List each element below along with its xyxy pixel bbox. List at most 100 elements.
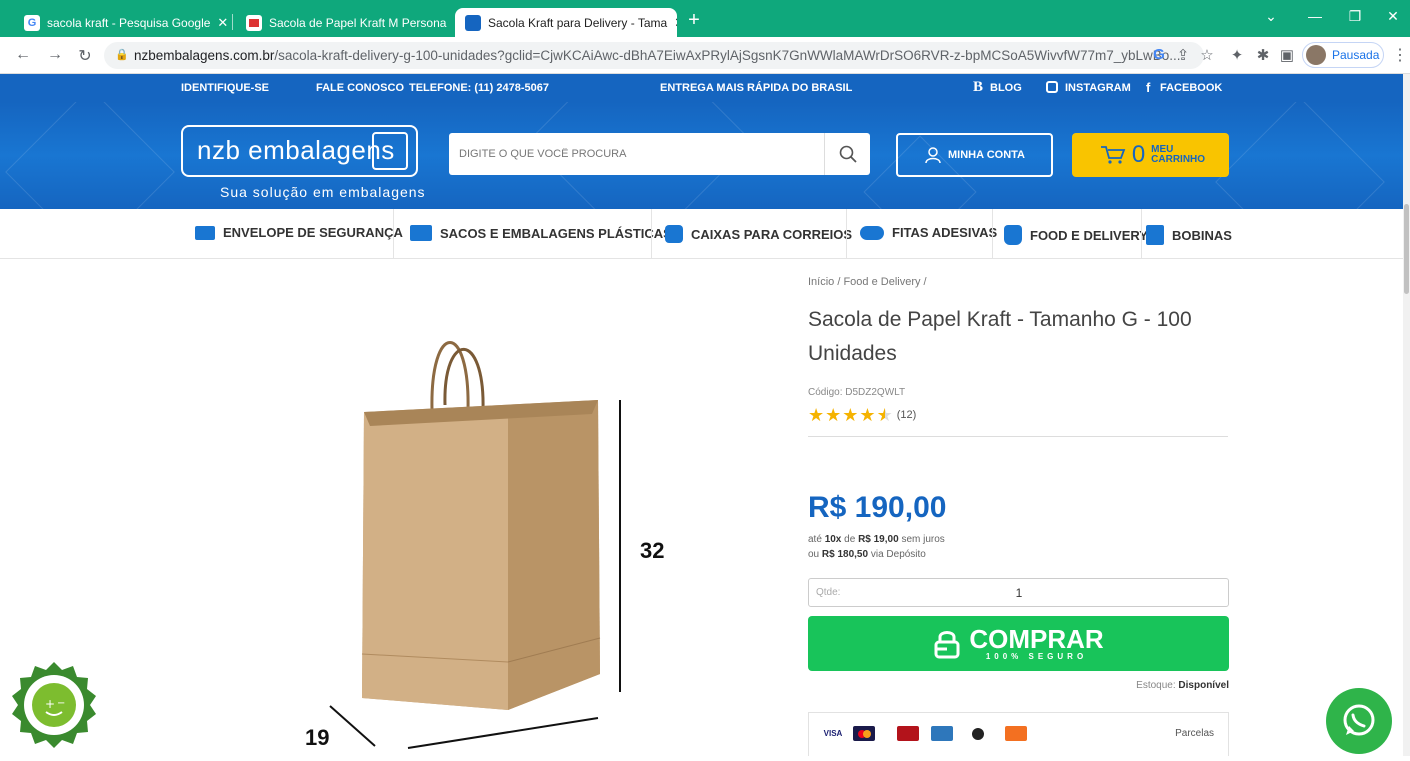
installments-value: R$ 19,00 <box>858 534 899 545</box>
category-boxes[interactable]: CAIXAS PARA CORREIOS <box>665 225 852 243</box>
search-button[interactable] <box>824 133 870 175</box>
forward-icon[interactable]: → <box>44 46 66 64</box>
rating-stars[interactable]: ★ ★ ★ ★ ★ (12) <box>808 406 916 424</box>
star-icon: ★ <box>808 405 825 425</box>
star-icon: ★ <box>825 405 842 425</box>
site-top-strip: IDENTIFIQUE-SE FALE CONOSCO TELEFONE: (1… <box>0 74 1403 102</box>
category-bobinas[interactable]: BOBINAS <box>1146 225 1232 245</box>
site-logo[interactable]: nzb embalagens <box>181 125 418 177</box>
site-favicon-icon <box>465 14 481 31</box>
sidepanel-icon[interactable]: ▣ <box>1276 46 1298 64</box>
browser-tab-active[interactable]: Sacola Kraft para Delivery - Tama ✕ <box>455 8 677 37</box>
category-nav: ENVELOPE DE SEGURANÇA SACOS E EMBALAGENS… <box>0 209 1403 259</box>
cart-count: 0 <box>1131 141 1146 168</box>
identify-link[interactable]: IDENTIFIQUE-SE <box>181 82 269 94</box>
google-translate-icon[interactable]: G <box>1148 46 1170 63</box>
quantity-field: Qtde: <box>808 578 1229 607</box>
scrollbar[interactable] <box>1403 74 1410 756</box>
minimize-icon[interactable]: — <box>1300 8 1330 24</box>
close-icon[interactable]: ✕ <box>674 15 677 31</box>
cart-button[interactable]: 0 MEU CARRINHO <box>1072 133 1229 177</box>
close-window-icon[interactable]: ✕ <box>1378 8 1408 25</box>
product-image[interactable] <box>300 300 700 756</box>
svg-text:+: + <box>45 697 55 711</box>
site-favicon-icon <box>246 14 262 31</box>
tab-divider <box>232 14 233 30</box>
category-plastic-bags[interactable]: SACOS E EMBALAGENS PLÁSTICAS <box>410 225 672 241</box>
whatsapp-button[interactable] <box>1326 688 1392 754</box>
category-food-delivery[interactable]: FOOD E DELIVERY <box>1004 225 1148 245</box>
roll-icon <box>1146 225 1164 245</box>
delivery-text: ENTREGA MAIS RÁPIDA DO BRASIL <box>660 82 853 94</box>
contact-link[interactable]: FALE CONOSCO <box>316 82 404 94</box>
elo-icon <box>967 726 989 741</box>
instagram-link[interactable]: INSTAGRAM <box>1065 82 1131 94</box>
back-icon[interactable]: ← <box>12 46 34 64</box>
verified-reviews-seal-icon: + − <box>12 662 96 748</box>
food-bag-icon <box>1004 225 1022 245</box>
hiper-icon <box>1005 726 1027 741</box>
cart-label-line2: CARRINHO <box>1151 154 1206 165</box>
search-box <box>449 133 870 175</box>
installments-count: 10x <box>824 534 842 545</box>
facebook-link[interactable]: FACEBOOK <box>1160 82 1222 94</box>
puzzle-icon[interactable]: ✱ <box>1252 46 1274 64</box>
stock-label: Estoque: <box>1136 680 1176 691</box>
category-label: CAIXAS PARA CORREIOS <box>691 226 853 242</box>
deposit-suffix: via Depósito <box>870 549 926 560</box>
whatsapp-icon <box>1343 704 1375 736</box>
menu-icon[interactable]: ⋮ <box>1392 45 1408 65</box>
category-envelope[interactable]: ENVELOPE DE SEGURANÇA <box>195 225 403 240</box>
product-title: Sacola de Papel Kraft - Tamanho G - 100 … <box>808 308 1192 365</box>
product-code: Código: D5DZ2QWLT <box>808 387 906 398</box>
search-icon <box>839 145 857 163</box>
profile-button[interactable]: Pausada <box>1302 42 1384 68</box>
stock-status: Estoque: Disponível <box>1100 680 1229 691</box>
search-input[interactable] <box>459 133 819 175</box>
logo-text: nzb embalagens <box>197 135 395 165</box>
bookmark-star-icon[interactable]: ☆ <box>1196 46 1218 64</box>
account-button[interactable]: MINHA CONTA <box>896 133 1053 177</box>
verified-reviews-seal[interactable]: + − <box>10 660 98 756</box>
installments-suffix: sem juros <box>901 534 945 545</box>
payment-methods: VISA Parcelas <box>808 712 1229 756</box>
category-label: FOOD E DELIVERY <box>1030 227 1148 243</box>
user-icon <box>925 147 941 164</box>
installments-link[interactable]: Parcelas <box>1175 728 1214 739</box>
breadcrumb[interactable]: Início / Food e Delivery / <box>808 276 927 288</box>
kraft-bag-illustration <box>329 341 621 749</box>
close-icon[interactable]: ✕ <box>217 15 228 31</box>
product-price: R$ 190,00 <box>808 491 947 524</box>
browser-tab[interactable]: Sacola de Papel Kraft M Persona ✕ <box>236 8 451 37</box>
browser-tab[interactable]: G sacola kraft - Pesquisa Google ✕ <box>14 8 229 37</box>
account-label: MINHA CONTA <box>948 149 1025 161</box>
category-tapes[interactable]: FITAS ADESIVAS <box>860 225 997 240</box>
url-path: /sacola-kraft-delivery-g-100-unidades?gc… <box>274 48 1181 63</box>
restore-icon[interactable]: ❐ <box>1340 8 1370 25</box>
profile-label: Pausada <box>1332 48 1380 62</box>
installments-mid: de <box>844 534 856 545</box>
hipercard-icon <box>897 726 919 741</box>
instagram-icon <box>1046 81 1058 93</box>
blog-icon: B <box>973 79 984 95</box>
reload-icon[interactable]: ↻ <box>74 46 96 66</box>
category-label: FITAS ADESIVAS <box>892 225 998 240</box>
cart-label: MEU CARRINHO <box>1151 145 1205 165</box>
quantity-input[interactable] <box>929 579 1109 606</box>
url-field[interactable]: 🔒 nzbembalagens.com.br/sacola-kraft-deliv… <box>104 42 1204 69</box>
blog-link[interactable]: BLOG <box>990 82 1022 94</box>
divider <box>808 436 1228 437</box>
review-count: (12) <box>896 409 917 421</box>
category-label: SACOS E EMBALAGENS PLÁSTICAS <box>440 225 672 241</box>
buy-sublabel: 100% SEGURO <box>985 652 1088 661</box>
buy-button[interactable]: COMPRAR 100% SEGURO <box>808 616 1229 671</box>
scrollbar-thumb[interactable] <box>1404 204 1409 294</box>
tape-icon <box>860 225 884 240</box>
dimension-height: 32 <box>640 538 665 563</box>
new-tab-icon[interactable]: + <box>682 9 706 32</box>
chevron-down-icon[interactable]: ⌄ <box>1256 8 1286 25</box>
deposit-value: R$ 180,50 <box>821 549 869 560</box>
share-icon[interactable]: ⇪ <box>1172 46 1194 64</box>
google-icon: G <box>24 14 40 31</box>
extension-icon[interactable]: ✦ <box>1226 46 1248 64</box>
